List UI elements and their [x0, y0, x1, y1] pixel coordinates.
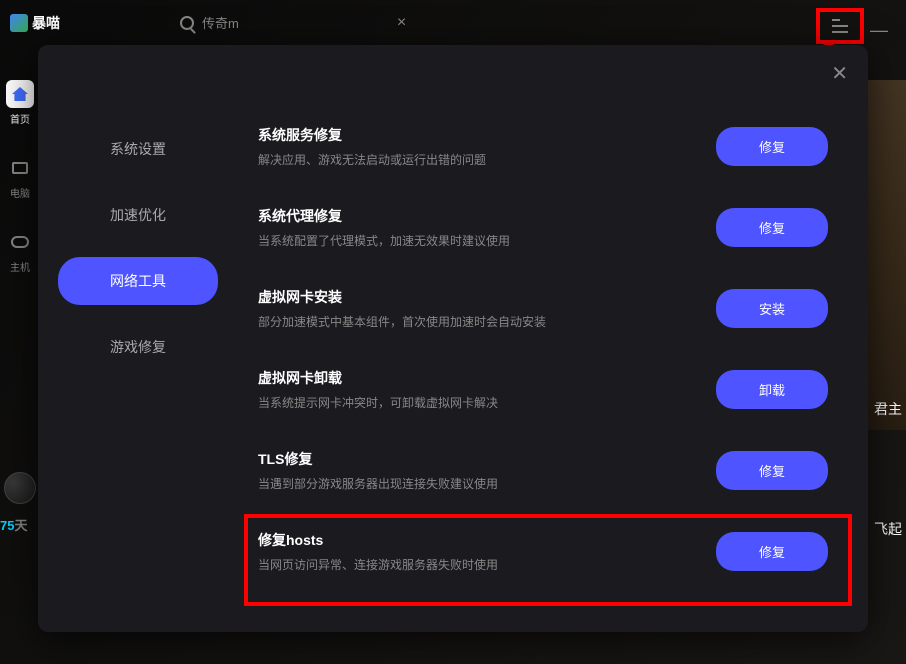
nav-item-pc[interactable]: 电脑 — [6, 154, 34, 200]
tool-title: TLS修复 — [258, 449, 696, 469]
search-clear-icon[interactable]: × — [397, 14, 406, 32]
modal-content: 系统服务修复 解决应用、游戏无法启动或运行出错的问题 修复 系统代理修复 当系统… — [238, 65, 868, 632]
modal-body: 系统设置 加速优化 网络工具 游戏修复 系统服务修复 解决应用、游戏无法启动或运… — [38, 45, 868, 632]
logo-icon — [10, 14, 28, 32]
sidebar-item-network-tools[interactable]: 网络工具 — [58, 257, 218, 305]
settings-modal: ✕ 系统设置 加速优化 网络工具 游戏修复 系统服务修复 解决应用、游戏无法启动… — [38, 45, 868, 632]
sidebar-item-game-repair[interactable]: 游戏修复 — [58, 323, 218, 371]
tool-row-tls-repair: TLS修复 当遇到部分游戏服务器出现连接失败建议使用 修复 — [258, 449, 828, 492]
nav-label: 电脑 — [10, 185, 30, 200]
tool-info: 系统代理修复 当系统配置了代理模式，加速无效果时建议使用 — [258, 206, 696, 249]
controller-icon — [11, 236, 29, 248]
days-unit: 天 — [14, 518, 27, 533]
bg-text-1: 君主 — [870, 395, 906, 423]
tool-desc: 解决应用、游戏无法启动或运行出错的问题 — [258, 151, 696, 168]
app-name: 暴喵 — [32, 13, 60, 33]
tool-desc: 当网页访问异常、连接游戏服务器失败时使用 — [258, 556, 696, 573]
days-number: 75 — [0, 518, 14, 533]
app-logo: 暴喵 — [10, 13, 60, 33]
tool-row-virtual-nic-uninstall: 虚拟网卡卸载 当系统提示网卡冲突时，可卸载虚拟网卡解决 卸载 — [258, 368, 828, 411]
bg-text-2: 飞起 — [870, 515, 906, 543]
uninstall-button[interactable]: 卸载 — [716, 370, 828, 409]
tool-info: 修复hosts 当网页访问异常、连接游戏服务器失败时使用 — [258, 530, 696, 573]
remaining-days: 75天 — [0, 515, 27, 534]
search-icon — [180, 16, 194, 30]
top-bar: 暴喵 传奇m × — [0, 0, 906, 45]
tool-row-virtual-nic-install: 虚拟网卡安装 部分加速模式中基本组件，首次使用加速时会自动安装 安装 — [258, 287, 828, 330]
nav-item-home[interactable]: 首页 — [6, 80, 34, 126]
nav-label: 主机 — [10, 259, 30, 274]
tool-info: 系统服务修复 解决应用、游戏无法启动或运行出错的问题 — [258, 125, 696, 168]
tool-row-hosts-repair: 修复hosts 当网页访问异常、连接游戏服务器失败时使用 修复 — [258, 530, 828, 573]
tool-row-system-service-repair: 系统服务修复 解决应用、游戏无法启动或运行出错的问题 修复 — [258, 125, 828, 168]
sidebar-item-system-settings[interactable]: 系统设置 — [58, 125, 218, 173]
tool-title: 系统代理修复 — [258, 206, 696, 226]
hamburger-menu-button[interactable] — [816, 8, 864, 44]
repair-button[interactable]: 修复 — [716, 127, 828, 166]
repair-button[interactable]: 修复 — [716, 208, 828, 247]
tool-desc: 部分加速模式中基本组件，首次使用加速时会自动安装 — [258, 313, 696, 330]
hamburger-icon — [832, 19, 848, 33]
tool-title: 修复hosts — [258, 530, 696, 550]
tool-desc: 当遇到部分游戏服务器出现连接失败建议使用 — [258, 475, 696, 492]
repair-button[interactable]: 修复 — [716, 451, 828, 490]
tool-row-system-proxy-repair: 系统代理修复 当系统配置了代理模式，加速无效果时建议使用 修复 — [258, 206, 828, 249]
modal-sidebar: 系统设置 加速优化 网络工具 游戏修复 — [38, 65, 238, 632]
tool-info: 虚拟网卡卸载 当系统提示网卡冲突时，可卸载虚拟网卡解决 — [258, 368, 696, 411]
tool-desc: 当系统配置了代理模式，加速无效果时建议使用 — [258, 232, 696, 249]
tool-info: 虚拟网卡安装 部分加速模式中基本组件，首次使用加速时会自动安装 — [258, 287, 696, 330]
tool-title: 系统服务修复 — [258, 125, 696, 145]
tool-desc: 当系统提示网卡冲突时，可卸载虚拟网卡解决 — [258, 394, 696, 411]
sidebar-item-accel-optimize[interactable]: 加速优化 — [58, 191, 218, 239]
search-area[interactable]: 传奇m × — [180, 13, 406, 32]
left-nav: 首页 电脑 主机 — [0, 80, 40, 274]
nav-item-console[interactable]: 主机 — [6, 228, 34, 274]
install-button[interactable]: 安装 — [716, 289, 828, 328]
repair-button[interactable]: 修复 — [716, 532, 828, 571]
monitor-icon — [12, 162, 28, 174]
tool-info: TLS修复 当遇到部分游戏服务器出现连接失败建议使用 — [258, 449, 696, 492]
minimize-button[interactable]: — — [870, 20, 888, 41]
home-icon — [12, 87, 28, 101]
tool-title: 虚拟网卡卸载 — [258, 368, 696, 388]
search-text: 传奇m — [202, 13, 239, 32]
user-avatar[interactable] — [4, 472, 36, 504]
nav-label: 首页 — [10, 111, 30, 126]
tool-title: 虚拟网卡安装 — [258, 287, 696, 307]
